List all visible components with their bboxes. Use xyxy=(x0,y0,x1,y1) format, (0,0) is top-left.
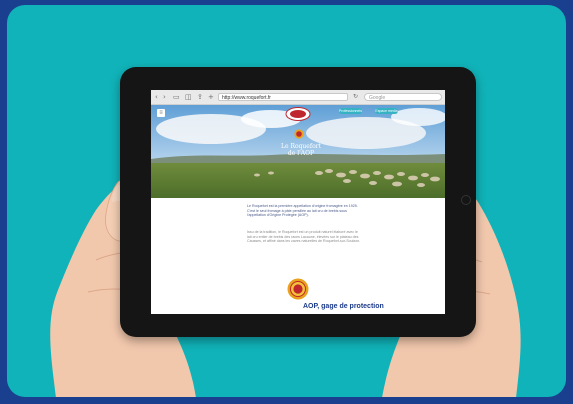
address-bar[interactable]: http://www.roquefort.fr xyxy=(218,93,348,101)
nav-button-espace-media[interactable]: Espace media xyxy=(375,108,398,114)
hero-title-line1: Le Roquefort xyxy=(281,143,321,150)
browser-toolbar: ‹ › ▭ ◫ ⇪ + http://www.roquefort.fr ↻ Go… xyxy=(151,90,445,105)
add-bookmark-icon[interactable]: + xyxy=(208,93,214,101)
menu-icon[interactable]: ≡ xyxy=(157,109,165,117)
home-button[interactable] xyxy=(461,195,471,205)
image-frame: ‹ › ▭ ◫ ⇪ + http://www.roquefort.fr ↻ Go… xyxy=(0,0,573,404)
search-input[interactable]: Google xyxy=(364,93,442,101)
aop-seal-icon xyxy=(287,278,309,300)
share-icon[interactable]: ⇪ xyxy=(197,93,203,101)
hero-title-line2: de l'AOP xyxy=(287,150,315,157)
section-title: AOP, gage de protection xyxy=(303,303,384,310)
tablet-screen: ‹ › ▭ ◫ ⇪ + http://www.roquefort.fr ↻ Go… xyxy=(151,90,445,314)
back-icon[interactable]: ‹ xyxy=(155,93,158,101)
aop-badge-icon xyxy=(294,129,304,139)
bookmarks-icon[interactable]: ▭ xyxy=(173,93,180,101)
reading-list-icon[interactable]: ◫ xyxy=(185,93,192,101)
hero-banner: ≡ Professionnels Espace media Le Roquefo… xyxy=(151,105,445,198)
reload-icon[interactable]: ↻ xyxy=(353,93,358,101)
intro-paragraph: Le Roquefort est la première appellation… xyxy=(247,204,358,217)
nav-button-professionnels[interactable]: Professionnels xyxy=(339,108,362,114)
hero-title: Le Roquefort de l'AOP xyxy=(253,143,349,157)
roquefort-logo[interactable] xyxy=(285,107,311,121)
page-content: Le Roquefort est la première appellation… xyxy=(151,198,445,314)
tablet-device: ‹ › ▭ ◫ ⇪ + http://www.roquefort.fr ↻ Go… xyxy=(120,67,476,337)
body-paragraph: Issu de la tradition, le Roquefort est u… xyxy=(247,230,361,243)
forward-icon[interactable]: › xyxy=(163,93,166,101)
teal-background: ‹ › ▭ ◫ ⇪ + http://www.roquefort.fr ↻ Go… xyxy=(7,5,566,397)
